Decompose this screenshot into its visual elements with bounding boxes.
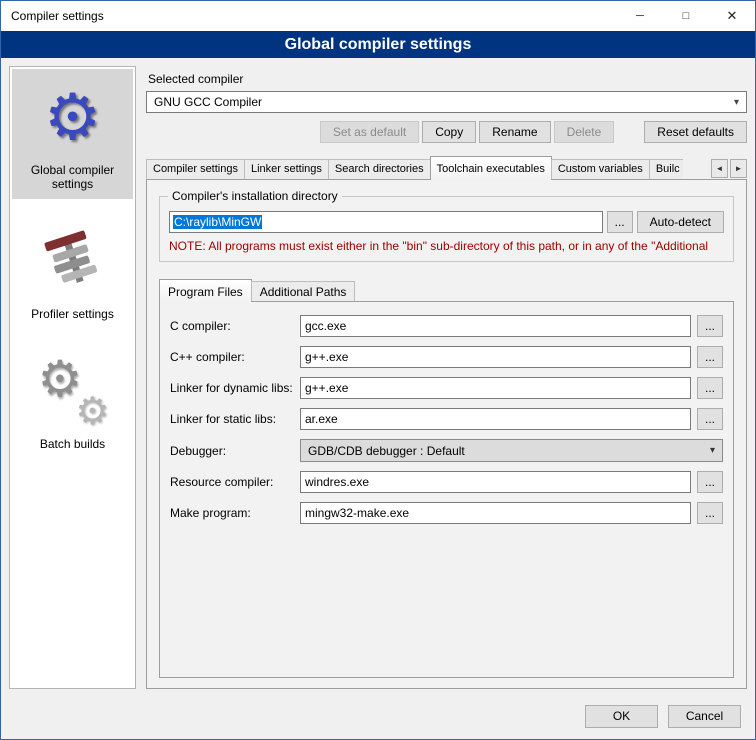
tab-linker-settings[interactable]: Linker settings (244, 159, 329, 179)
program-files-panel: C compiler: ... C++ compiler: ... Linker… (159, 301, 734, 678)
dialog-content: ⚙ Global compiler settings (1, 58, 755, 699)
static-linker-browse-button[interactable]: ... (697, 408, 723, 430)
copy-button[interactable]: Copy (422, 121, 476, 143)
tab-scroll-left-button[interactable]: ◄ (711, 159, 728, 178)
tab-custom-variables[interactable]: Custom variables (551, 159, 650, 179)
cpp-compiler-label: C++ compiler: (170, 350, 294, 364)
dynamic-linker-browse-button[interactable]: ... (697, 377, 723, 399)
make-program-input[interactable] (300, 502, 691, 524)
toolchain-executables-panel: Compiler's installation directory C:\ray… (146, 179, 747, 689)
install-dir-input[interactable]: C:\raylib\MinGW (169, 211, 603, 233)
sidebar-item-label: Global compiler settings (14, 163, 131, 191)
reset-defaults-button[interactable]: Reset defaults (644, 121, 747, 143)
profiler-icon (35, 223, 111, 299)
toolchain-fields: C compiler: ... C++ compiler: ... Linker… (170, 315, 723, 524)
sidebar-item-label: Profiler settings (31, 307, 114, 321)
static-linker-input[interactable] (300, 408, 691, 430)
tab-scroll-right-icon: ► (735, 164, 743, 173)
c-compiler-label: C compiler: (170, 319, 294, 333)
gear-icon: ⚙ (44, 82, 101, 152)
settings-category-list: ⚙ Global compiler settings (9, 66, 136, 689)
maximize-button[interactable]: □ (663, 1, 709, 31)
debugger-select-value: GDB/CDB debugger : Default (308, 444, 465, 458)
tab-compiler-settings[interactable]: Compiler settings (146, 159, 245, 179)
cancel-button[interactable]: Cancel (668, 705, 741, 728)
set-as-default-button[interactable]: Set as default (320, 121, 419, 143)
tab-program-files[interactable]: Program Files (159, 279, 252, 302)
dynamic-linker-input[interactable] (300, 377, 691, 399)
close-button[interactable]: ✕ (709, 1, 755, 31)
install-dir-browse-button[interactable]: ... (607, 211, 633, 233)
titlebar[interactable]: Compiler settings ─ □ ✕ (1, 1, 755, 31)
global-compiler-gear-icon: ⚙ (35, 79, 111, 155)
dialog-header: Global compiler settings (1, 31, 755, 58)
tab-scroll-left-icon: ◄ (716, 164, 724, 173)
tab-scroll-controls: ◄ ► (711, 159, 747, 179)
chevron-down-icon: ▾ (710, 445, 715, 456)
compiler-settings-window: Compiler settings ─ □ ✕ Global compiler … (0, 0, 756, 740)
install-dir-selected-text: C:\raylib\MinGW (173, 215, 262, 229)
compiler-select[interactable]: GNU GCC Compiler ▾ (146, 91, 747, 113)
selected-compiler-label: Selected compiler (148, 72, 747, 86)
window-controls: ─ □ ✕ (617, 1, 755, 31)
tab-build-options[interactable]: Builc (649, 159, 683, 179)
gear-icon: ⚙ (75, 392, 109, 432)
dialog-footer: OK Cancel (1, 699, 755, 739)
make-program-browse-button[interactable]: ... (697, 502, 723, 524)
tab-scroll-right-button[interactable]: ► (730, 159, 747, 178)
sidebar-item-profiler-settings[interactable]: Profiler settings (12, 213, 133, 329)
installation-directory-group-title: Compiler's installation directory (168, 189, 342, 203)
ok-button[interactable]: OK (585, 705, 658, 728)
c-compiler-input[interactable] (300, 315, 691, 337)
debugger-select[interactable]: GDB/CDB debugger : Default ▾ (300, 439, 723, 462)
close-icon: ✕ (727, 8, 738, 24)
resource-compiler-input[interactable] (300, 471, 691, 493)
batch-builds-icon: ⚙ ⚙ (35, 353, 111, 429)
minimize-button[interactable]: ─ (617, 1, 663, 31)
compiler-select-value: GNU GCC Compiler (154, 95, 262, 109)
maximize-icon: □ (683, 10, 690, 22)
tab-additional-paths[interactable]: Additional Paths (251, 281, 356, 301)
compiler-actions: Set as default Copy Rename Delete Reset … (146, 121, 747, 143)
minimize-icon: ─ (636, 10, 644, 22)
tab-toolchain-executables[interactable]: Toolchain executables (430, 156, 552, 180)
make-program-label: Make program: (170, 506, 294, 520)
dynamic-linker-label: Linker for dynamic libs: (170, 381, 294, 395)
program-files-tab-bar: Program Files Additional Paths (159, 279, 734, 301)
bin-subdirectory-note: NOTE: All programs must exist either in … (169, 239, 724, 253)
debugger-label: Debugger: (170, 444, 294, 458)
cpp-compiler-browse-button[interactable]: ... (697, 346, 723, 368)
resource-compiler-browse-button[interactable]: ... (697, 471, 723, 493)
installation-directory-row: C:\raylib\MinGW ... Auto-detect (169, 211, 724, 233)
sidebar-item-global-compiler-settings[interactable]: ⚙ Global compiler settings (12, 69, 133, 199)
cpp-compiler-input[interactable] (300, 346, 691, 368)
window-title: Compiler settings (11, 9, 104, 23)
sidebar-item-batch-builds[interactable]: ⚙ ⚙ Batch builds (12, 343, 133, 459)
auto-detect-button[interactable]: Auto-detect (637, 211, 724, 233)
c-compiler-browse-button[interactable]: ... (697, 315, 723, 337)
rename-button[interactable]: Rename (479, 121, 550, 143)
resource-compiler-label: Resource compiler: (170, 475, 294, 489)
dialog-header-title: Global compiler settings (285, 36, 472, 54)
chevron-down-icon: ▾ (734, 97, 739, 108)
main-panel: Selected compiler GNU GCC Compiler ▾ Set… (146, 66, 747, 689)
static-linker-label: Linker for static libs: (170, 412, 294, 426)
tab-search-directories[interactable]: Search directories (328, 159, 431, 179)
sidebar-item-label: Batch builds (40, 437, 105, 451)
settings-tab-bar: Compiler settings Linker settings Search… (146, 156, 747, 179)
installation-directory-group: Compiler's installation directory C:\ray… (159, 196, 734, 262)
delete-button[interactable]: Delete (554, 121, 615, 143)
